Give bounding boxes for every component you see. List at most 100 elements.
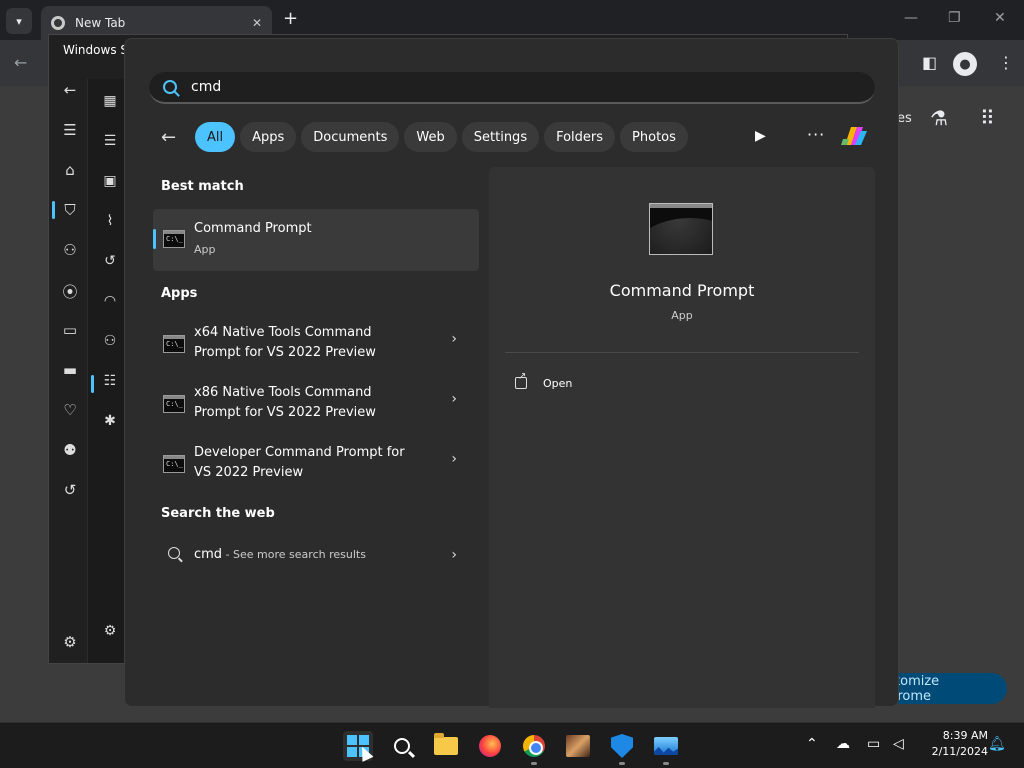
puzzle-extension-icon[interactable]: ✱ — [102, 413, 118, 429]
search-icon — [394, 738, 410, 754]
volume-mute-icon[interactable]: ◁ — [893, 736, 904, 752]
windows-security-logo-icon: ▦ — [103, 93, 117, 109]
close-window-icon[interactable]: ✕ — [994, 10, 1006, 26]
more-options-ellipsis-icon[interactable]: ··· — [807, 125, 825, 144]
web-hint: - See more search results — [222, 548, 366, 561]
defender-button[interactable] — [607, 731, 637, 765]
command-prompt-icon: C:\_ — [163, 230, 185, 248]
filter-chip-apps[interactable]: Apps — [240, 122, 297, 152]
chrome-favicon-icon — [51, 16, 65, 30]
web-query-text: cmd - See more search results — [194, 547, 366, 562]
clock-date: 2/11/2024 — [931, 745, 988, 758]
home-icon[interactable]: ⌂ — [61, 161, 79, 179]
more-filters-play-icon[interactable]: ▶ — [755, 128, 766, 144]
performance-gauge-icon[interactable]: ◠ — [102, 293, 118, 309]
shield-icon — [611, 734, 633, 758]
search-box[interactable] — [149, 72, 875, 104]
side-panel-icon[interactable]: ◧ — [922, 53, 937, 72]
settings-gear-icon[interactable]: ⚙ — [102, 623, 118, 639]
people-icon[interactable]: ⚇ — [102, 333, 118, 349]
filter-chip-folders[interactable]: Folders — [544, 122, 616, 152]
onedrive-cloud-icon[interactable]: ☁ — [836, 736, 850, 752]
history-icon[interactable]: ↺ — [61, 481, 79, 499]
minimize-icon[interactable]: — — [904, 10, 918, 26]
profile-avatar-icon[interactable]: ● — [953, 52, 977, 76]
shield-icon[interactable]: ⛉ — [61, 201, 79, 219]
tab-search-chevron-icon[interactable]: ▾ — [6, 8, 32, 34]
nav-selection-indicator — [52, 201, 55, 219]
google-apps-grid-icon[interactable]: ⠿ — [980, 106, 995, 130]
list-icon[interactable]: ☷ — [102, 373, 118, 389]
filter-bar: ← All Apps Documents Web Settings Folder… — [161, 121, 693, 153]
kebab-menu-icon[interactable]: ⋮ — [998, 53, 1014, 72]
activity-pulse-icon[interactable]: ⌇ — [102, 213, 118, 229]
app-result-x86-native-tools[interactable]: C:\_ x86 Native Tools Command Prompt for… — [153, 375, 479, 431]
app-title-line1: x64 Native Tools Command — [194, 325, 372, 340]
chevron-right-icon[interactable]: › — [451, 391, 457, 407]
device-laptop-icon[interactable]: ▬ — [61, 361, 79, 379]
best-match-item[interactable]: C:\_ Command Prompt App — [153, 209, 479, 271]
running-indicator — [531, 762, 537, 765]
history-icon[interactable]: ↺ — [102, 253, 118, 269]
game-app-icon — [566, 735, 590, 757]
chevron-right-icon[interactable]: › — [451, 547, 457, 563]
back-arrow-icon[interactable]: ← — [61, 81, 79, 99]
clock[interactable]: 8:39 AM 2/11/2024 — [918, 728, 988, 760]
command-prompt-icon: C:\_ — [163, 335, 185, 353]
hamburger-menu-icon[interactable]: ☰ — [61, 121, 79, 139]
network-icon[interactable]: ▭ — [867, 736, 880, 752]
chrome-button[interactable] — [519, 731, 549, 765]
windows-security-app-icon — [654, 737, 678, 755]
app-title-line2: Prompt for VS 2022 Preview — [194, 345, 376, 360]
search-input[interactable] — [191, 79, 791, 95]
divider — [505, 352, 859, 353]
back-arrow-icon[interactable]: ← — [14, 53, 27, 72]
restore-icon[interactable]: ❐ — [948, 10, 961, 26]
chevron-right-icon[interactable]: › — [451, 331, 457, 347]
health-heart-icon[interactable]: ♡ — [61, 401, 79, 419]
result-preview-pane: Command Prompt App Open — [489, 167, 875, 708]
filter-chip-web[interactable]: Web — [404, 122, 457, 152]
game-app-button[interactable] — [563, 731, 593, 761]
taskbar-search-button[interactable] — [387, 731, 417, 761]
back-arrow-icon[interactable]: ← — [161, 127, 183, 148]
windows-security-button[interactable] — [651, 731, 681, 765]
start-search-panel: ← All Apps Documents Web Settings Folder… — [124, 38, 899, 708]
selection-accent — [153, 229, 156, 249]
open-action[interactable]: Open — [515, 371, 572, 393]
tab-close-icon[interactable]: ✕ — [252, 16, 262, 30]
winsec-nav-rail: ← ☰ ⌂ ⛉ ⚇ ⦿ ▭ ▬ ♡ ⚉ ↺ ⚙ — [49, 65, 87, 663]
filter-chip-documents[interactable]: Documents — [301, 122, 400, 152]
filter-chip-photos[interactable]: Photos — [620, 122, 688, 152]
app-title-line1: x86 Native Tools Command — [194, 385, 372, 400]
search-web-heading: Search the web — [161, 506, 275, 521]
new-tab-plus-icon[interactable]: + — [283, 8, 298, 29]
app-result-x64-native-tools[interactable]: C:\_ x64 Native Tools Command Prompt for… — [153, 315, 479, 371]
firefox-button[interactable] — [475, 731, 505, 761]
running-indicator — [619, 762, 625, 765]
app-result-developer-command-prompt[interactable]: C:\_ Developer Command Prompt for VS 202… — [153, 435, 479, 491]
search-icon — [168, 547, 180, 559]
app-title-line1: Developer Command Prompt for — [194, 445, 405, 460]
hamburger-menu-icon[interactable]: ☰ — [102, 133, 118, 149]
account-person-icon[interactable]: ⚇ — [61, 241, 79, 259]
firefox-icon — [479, 735, 501, 757]
app-browser-icon[interactable]: ▭ — [61, 321, 79, 339]
filter-chip-settings[interactable]: Settings — [461, 122, 540, 152]
chevron-right-icon[interactable]: › — [451, 451, 457, 467]
copilot-icon[interactable] — [839, 121, 869, 151]
settings-gear-icon[interactable]: ⚙ — [61, 633, 79, 651]
filter-chip-all[interactable]: All — [195, 122, 236, 152]
network-antenna-icon[interactable]: ⦿ — [61, 281, 79, 302]
partial-text: es — [897, 111, 912, 126]
dashboard-icon[interactable]: ▣ — [102, 173, 118, 189]
labs-flask-icon[interactable]: ⚗ — [930, 106, 948, 130]
web-search-result[interactable]: cmd - See more search results › — [153, 541, 479, 571]
family-icon[interactable]: ⚉ — [61, 441, 79, 459]
file-explorer-button[interactable] — [431, 731, 461, 761]
winsec-sub-rail: ▦ ☰ ▣ ⌇ ↺ ◠ ⚇ ☷ ✱ ⚙ — [87, 79, 127, 663]
tab-title: New Tab — [75, 16, 126, 30]
notification-bell-icon[interactable]: 🔔︎ — [988, 736, 1006, 752]
customize-chrome-button[interactable]: ustomize Chrome — [880, 673, 1007, 704]
chevron-up-icon[interactable]: ⌃ — [806, 736, 818, 752]
